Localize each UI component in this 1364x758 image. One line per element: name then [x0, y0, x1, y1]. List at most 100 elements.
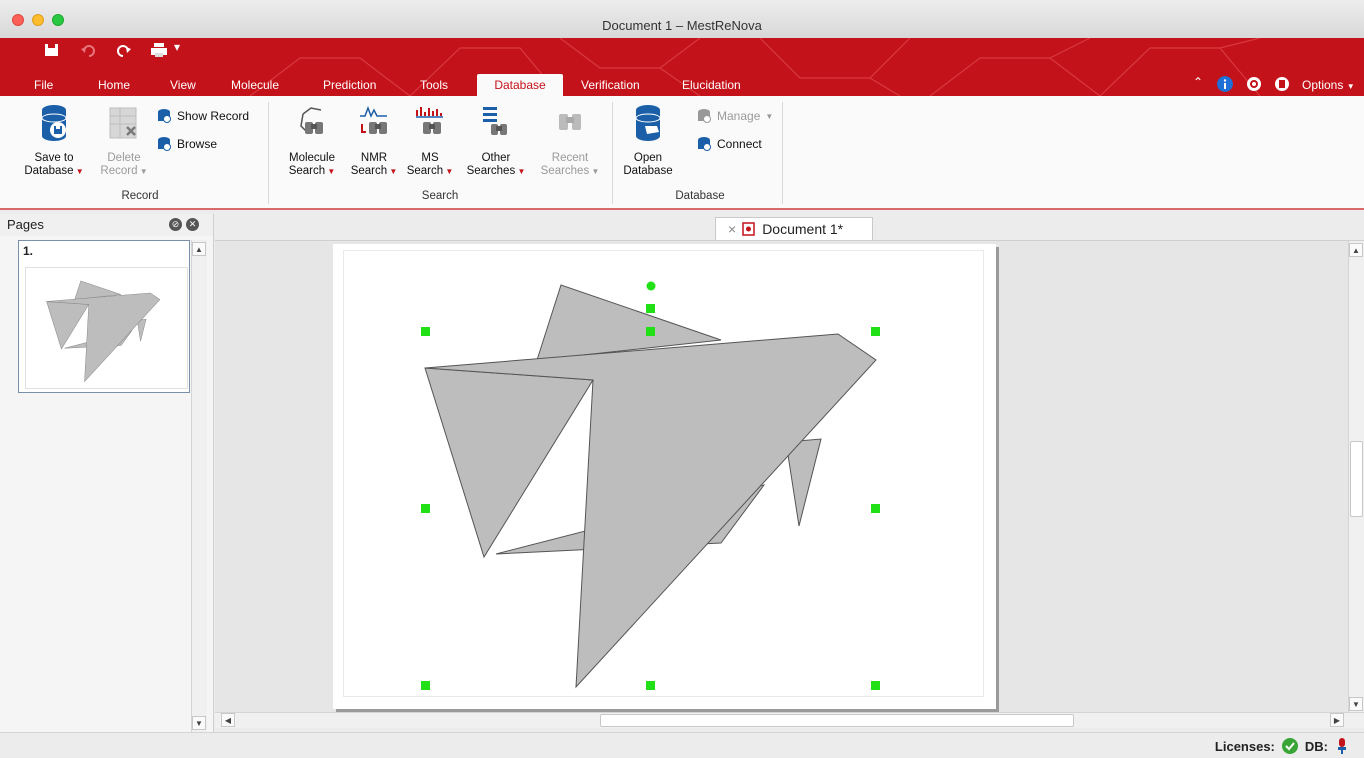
tab-view[interactable]: View: [160, 74, 206, 96]
scroll-up-icon[interactable]: ▲: [1349, 243, 1363, 257]
settings-icon[interactable]: [1246, 76, 1262, 92]
ribbon-header: ▾ File Home View Molecule Prediction Too…: [0, 38, 1364, 96]
tab-prediction[interactable]: Prediction: [313, 74, 386, 96]
scroll-up-icon[interactable]: ▲: [192, 242, 206, 256]
recent-searches-button[interactable]: Recent Searches ▼: [536, 104, 604, 178]
group-separator: [612, 102, 613, 204]
ms-search-button[interactable]: MS Search ▼: [404, 104, 456, 178]
document-icon: [742, 222, 755, 236]
show-record-label: Show Record: [177, 109, 250, 123]
tab-home[interactable]: Home: [88, 74, 140, 96]
quick-access-customize[interactable]: ▾: [174, 40, 180, 58]
info-icon[interactable]: [1217, 76, 1233, 92]
molecule-search-button[interactable]: Molecule Search ▼: [280, 104, 344, 178]
tab-close-icon[interactable]: ×: [728, 218, 736, 240]
manage-label: Manage: [717, 109, 761, 123]
selection-handle: [646, 304, 655, 313]
molecule-search-label-2: Search: [288, 165, 326, 177]
selection-handle: [871, 681, 880, 690]
show-record-icon: [158, 109, 171, 123]
document-tab-bar: × Document 1*: [215, 214, 1364, 240]
molecule-search-icon: [300, 107, 323, 134]
tab-file[interactable]: File: [24, 74, 63, 96]
canvas-vertical-scrollbar[interactable]: ▲ ▼: [1348, 241, 1364, 713]
tab-verification[interactable]: Verification: [571, 74, 650, 96]
open-database-button[interactable]: Open Database: [620, 104, 676, 178]
panel-close-icon[interactable]: ✕: [186, 218, 199, 231]
dropdown-caret-icon: ▼: [387, 167, 398, 176]
check-icon[interactable]: [1281, 737, 1299, 755]
selection-handle: [646, 327, 655, 336]
save-to-database-button[interactable]: Save to Database ▼: [18, 104, 90, 178]
recent-searches-label-2: Searches: [540, 165, 590, 177]
drawing-layer[interactable]: [333, 244, 996, 709]
tab-molecule[interactable]: Molecule: [221, 74, 289, 96]
dropdown-caret-icon: ▼: [137, 167, 148, 176]
nmr-search-button[interactable]: NMR Search ▼: [348, 104, 400, 178]
manage-icon: [698, 109, 711, 123]
redo-icon[interactable]: [116, 42, 132, 60]
collapse-ribbon-icon[interactable]: ⌃: [1193, 75, 1203, 89]
print-icon[interactable]: [150, 42, 168, 60]
molecule-search-label-1: Molecule: [288, 152, 336, 164]
ms-search-label-2: Search: [406, 165, 444, 177]
manage-button[interactable]: Manage ▼: [696, 108, 773, 124]
tab-elucidation[interactable]: Elucidation: [672, 74, 751, 96]
selection-handle: [421, 681, 430, 690]
scroll-down-icon[interactable]: ▼: [1349, 697, 1363, 711]
undo-icon[interactable]: [80, 42, 96, 60]
connect-icon: [698, 137, 711, 151]
triangle-shape: [424, 367, 594, 559]
recent-searches-icon: [559, 114, 581, 130]
scroll-down-icon[interactable]: ▼: [192, 716, 206, 730]
selection-handle: [421, 504, 430, 513]
page-thumbnail-preview: [25, 267, 188, 389]
save-to-database-label-1: Save to: [34, 152, 74, 164]
pages-vertical-scrollbar[interactable]: ▲ ▼: [191, 240, 207, 732]
connect-button[interactable]: Connect: [696, 136, 762, 152]
scroll-right-icon[interactable]: ▶: [1330, 713, 1344, 727]
help-icon[interactable]: [1274, 76, 1290, 92]
page-thumbnail-number: 1.: [23, 244, 34, 258]
page-thumbnail[interactable]: 1.: [18, 240, 190, 393]
document-tab[interactable]: × Document 1*: [715, 217, 873, 240]
tab-tools[interactable]: Tools: [410, 74, 458, 96]
options-menu[interactable]: Options ▼: [1302, 78, 1355, 92]
panel-float-icon[interactable]: ⊘: [169, 218, 182, 231]
ms-search-label-1: MS: [421, 152, 439, 164]
show-record-button[interactable]: Show Record: [156, 108, 249, 124]
db-label: DB:: [1304, 738, 1328, 754]
document-page[interactable]: [333, 244, 996, 709]
group-label-record: Record: [121, 190, 159, 202]
delete-record-label-2: Record: [100, 165, 138, 177]
browse-button[interactable]: Browse: [156, 136, 217, 152]
dropdown-caret-icon: ▼: [325, 167, 336, 176]
scroll-left-icon[interactable]: ◀: [221, 713, 235, 727]
browse-icon: [158, 137, 171, 151]
delete-record-button[interactable]: Delete Record ▼: [94, 104, 154, 178]
save-to-database-label-2: Database: [24, 165, 74, 177]
scrollbar-thumb[interactable]: [1350, 441, 1363, 517]
dropdown-caret-icon: ▼: [515, 167, 526, 176]
chevron-down-icon: ▼: [1346, 82, 1355, 91]
other-searches-label-1: Other: [481, 152, 511, 164]
scrollbar-thumb[interactable]: [600, 714, 1074, 727]
licenses-label: Licenses:: [1214, 738, 1275, 754]
db-connection-icon[interactable]: [1334, 737, 1350, 755]
group-label-database: Database: [675, 190, 725, 202]
other-searches-label-2: Searches: [466, 165, 516, 177]
save-icon[interactable]: [44, 42, 60, 60]
selection-handle: [421, 327, 430, 336]
pages-panel: Pages ⊘ ✕ 1. ▲ ▼: [0, 214, 214, 734]
dropdown-caret-icon: ▼: [73, 167, 84, 176]
group-separator: [782, 102, 783, 204]
document-canvas[interactable]: ▲ ▼: [215, 240, 1364, 713]
other-searches-button[interactable]: Other Searches ▼: [460, 104, 532, 178]
nmr-search-icon: [360, 105, 387, 134]
canvas-horizontal-scrollbar[interactable]: ◀ ▶: [215, 712, 1364, 728]
dropdown-caret-icon: ▼: [765, 111, 774, 121]
ms-search-icon: [416, 107, 443, 134]
dropdown-caret-icon: ▼: [443, 167, 454, 176]
connect-label: Connect: [717, 137, 762, 151]
tab-database[interactable]: Database: [477, 74, 563, 96]
